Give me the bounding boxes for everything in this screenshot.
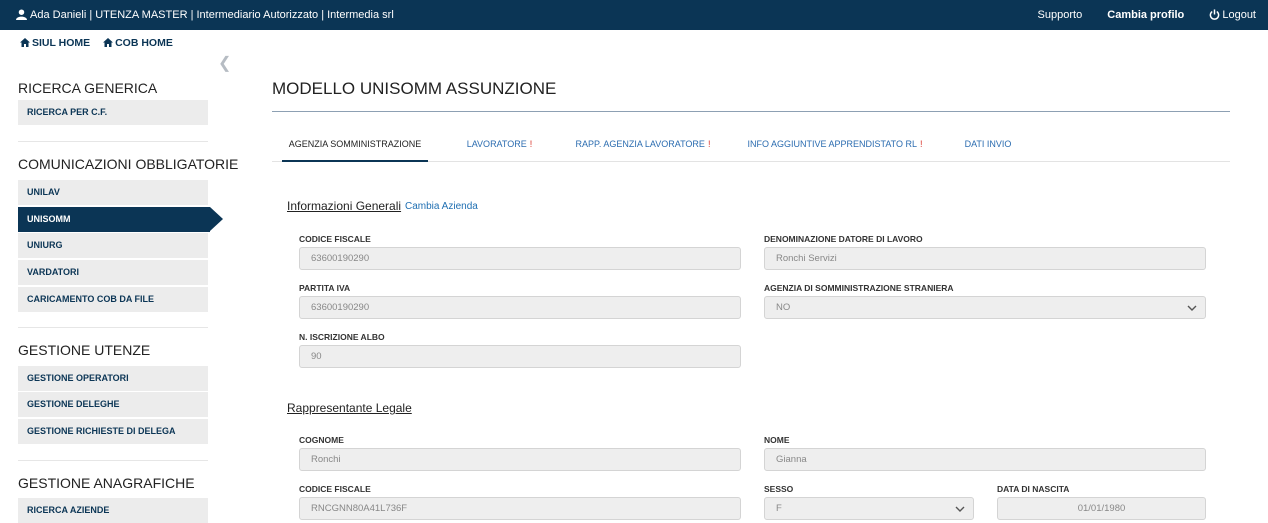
- tab-label: INFO AGGIUNTIVE APPRENDISTATO RL: [747, 139, 918, 149]
- agenzia-straniera-value: NO: [776, 302, 791, 313]
- divider: [18, 141, 208, 142]
- section-title-gestione-utenze: GESTIONE UTENZE: [18, 342, 151, 358]
- nome-field[interactable]: Gianna: [764, 448, 1206, 471]
- denominazione-field[interactable]: Ronchi Servizi: [764, 247, 1206, 270]
- chevron-down-icon: [955, 506, 965, 512]
- sidebar-item-caricamento-cob[interactable]: CARICAMENTO COB DA FILE: [18, 287, 208, 312]
- chevron-down-icon: [1187, 305, 1197, 311]
- section-title-informazioni-generali: Informazioni Generali: [287, 199, 402, 213]
- sidebar-item-ricerca-cf[interactable]: RICERCA PER C.F.: [18, 100, 208, 125]
- sidebar-item-gestione-operatori[interactable]: GESTIONE OPERATORI: [18, 366, 208, 391]
- tab-dati-invio[interactable]: DATI INVIO: [960, 132, 1016, 162]
- rl-codice-fiscale-label: CODICE FISCALE: [299, 484, 371, 494]
- warning-mark: !: [529, 139, 533, 149]
- tab-label: LAVORATORE: [466, 139, 527, 149]
- tab-label: DATI INVIO: [964, 139, 1012, 149]
- denominazione-label: DENOMINAZIONE DATORE DI LAVORO: [764, 234, 923, 244]
- data-nascita-label: DATA DI NASCITA: [997, 484, 1070, 494]
- data-nascita-field[interactable]: 01/01/1980: [997, 497, 1206, 520]
- sesso-select[interactable]: F: [764, 497, 974, 520]
- sidebar-item-ricerca-aziende[interactable]: RICERCA AZIENDE: [18, 498, 208, 523]
- sidebar: RICERCA GENERICA RICERCA PER C.F. COMUNI…: [0, 0, 240, 523]
- codice-fiscale-label: CODICE FISCALE: [299, 234, 371, 244]
- logout-label: Logout: [1222, 9, 1256, 21]
- sidebar-item-gestione-deleghe[interactable]: GESTIONE DELEGHE: [18, 392, 208, 417]
- rl-codice-fiscale-field[interactable]: RNCGNN80A41L736F: [299, 497, 741, 520]
- power-icon: [1210, 9, 1220, 20]
- page-title: MODELLO UNISOMM ASSUNZIONE: [272, 79, 557, 98]
- divider: [18, 460, 208, 461]
- tab-label: AGENZIA SOMMINISTRAZIONE: [288, 139, 422, 149]
- cambia-azienda-link[interactable]: Cambia Azienda: [405, 201, 478, 212]
- support-link[interactable]: Supporto: [1038, 9, 1083, 21]
- agenzia-straniera-label: AGENZIA DI SOMMINISTRAZIONE STRANIERA: [764, 283, 954, 293]
- codice-fiscale-field[interactable]: 63600190290: [299, 247, 741, 270]
- warning-mark: !: [920, 139, 923, 149]
- sesso-value: F: [776, 503, 782, 514]
- sidebar-item-unilav[interactable]: UNILAV: [18, 180, 208, 205]
- tab-label: RAPP. AGENZIA LAVORATORE: [575, 139, 705, 149]
- tab-info-aggiuntive-apprendistato[interactable]: INFO AGGIUNTIVE APPRENDISTATO RL!: [742, 132, 928, 162]
- iscrizione-albo-label: N. ISCRIZIONE ALBO: [299, 332, 385, 342]
- title-divider: [272, 111, 1230, 112]
- sesso-label: SESSO: [764, 484, 794, 494]
- agenzia-straniera-select[interactable]: NO: [764, 296, 1206, 319]
- warning-mark: !: [707, 139, 711, 149]
- iscrizione-albo-field[interactable]: 90: [299, 345, 741, 368]
- sidebar-item-uniurg[interactable]: UNIURG: [18, 233, 208, 258]
- partita-iva-label: PARTITA IVA: [299, 283, 351, 293]
- nome-label: NOME: [764, 435, 790, 445]
- cognome-label: COGNOME: [299, 435, 344, 445]
- tab-bar: AGENZIA SOMMINISTRAZIONE LAVORATORE! RAP…: [272, 132, 1230, 162]
- tab-rapp-agenzia-lavoratore[interactable]: RAPP. AGENZIA LAVORATORE!: [568, 132, 718, 162]
- section-title-rappresentante-legale: Rappresentante Legale: [287, 401, 412, 415]
- logout-link[interactable]: Logout: [1209, 9, 1256, 21]
- section-title-ricerca-generica: RICERCA GENERICA: [18, 80, 158, 96]
- section-title-comunicazioni: COMUNICAZIONI OBBLIGATORIE: [18, 156, 239, 172]
- tab-lavoratore[interactable]: LAVORATORE!: [457, 132, 542, 162]
- change-profile-link[interactable]: Cambia profilo: [1107, 9, 1184, 21]
- sidebar-item-unisomm[interactable]: UNISOMM: [18, 207, 223, 232]
- section-title-gestione-anagrafiche: GESTIONE ANAGRAFICHE: [18, 475, 195, 491]
- tab-agenzia-somministrazione[interactable]: AGENZIA SOMMINISTRAZIONE: [282, 132, 428, 162]
- sidebar-item-gestione-richieste-delega[interactable]: GESTIONE RICHIESTE DI DELEGA: [18, 419, 208, 444]
- divider: [18, 327, 208, 328]
- cognome-field[interactable]: Ronchi: [299, 448, 741, 471]
- sidebar-item-vardatori[interactable]: VARDATORI: [18, 260, 208, 285]
- partita-iva-field[interactable]: 63600190290: [299, 296, 741, 319]
